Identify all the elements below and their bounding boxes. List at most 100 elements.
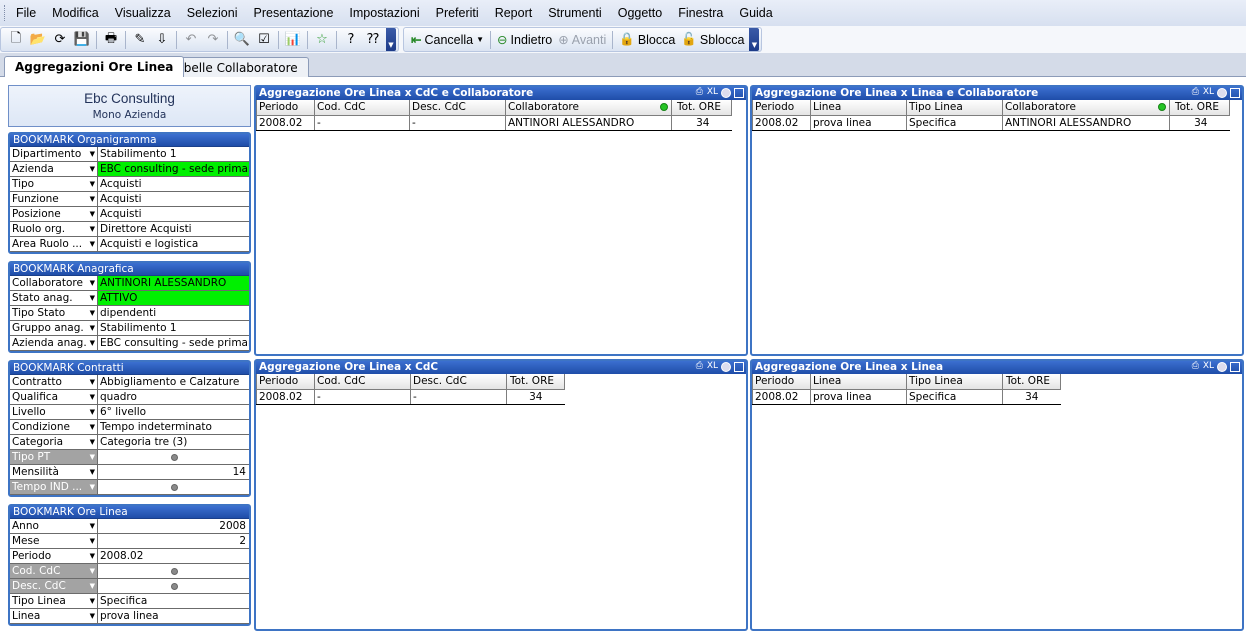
menu-visualizza[interactable]: Visualizza [115,6,171,20]
field-value[interactable]: Specifica [98,594,249,608]
field-label[interactable]: Azienda anag. ▼ [10,336,98,350]
field-value[interactable]: Acquisti [98,177,249,191]
toolbar-overflow-chevron-icon[interactable]: ▼ [386,28,396,51]
print-icon[interactable]: ⎙ [695,361,704,372]
print-icon[interactable]: ⎙ [1191,87,1200,98]
column-header-collaboratore[interactable]: Collaboratore [505,100,672,116]
column-header-tot-ore[interactable]: Tot. ORE [506,374,565,390]
toolbar-overflow-chevron-icon[interactable]: ▼ [749,28,760,51]
field-value[interactable]: Acquisti e logistica [98,237,249,251]
listbox-row-stato-anag[interactable]: Stato anag. ▼ ATTIVO [10,291,249,306]
menu-report[interactable]: Report [495,6,533,20]
table-cell[interactable]: 34 [1169,115,1230,131]
undo-icon[interactable]: ↶ [181,30,201,50]
table-cell[interactable]: 34 [506,389,565,405]
table-cell[interactable]: Specifica [906,389,1003,405]
excel-export-icon[interactable]: XL [707,87,718,98]
field-label[interactable]: Stato anag. ▼ [10,291,98,305]
column-header-tipo-linea[interactable]: Tipo Linea [906,100,1003,116]
field-label[interactable]: Azienda ▼ [10,162,98,176]
listbox-row-cod-cdc[interactable]: Cod. CdC ▼ [10,564,249,579]
field-label[interactable]: Livello ▼ [10,405,98,419]
table-cell[interactable]: - [410,389,507,405]
menu-selezioni[interactable]: Selezioni [187,6,238,20]
field-value[interactable]: Stabilimento 1 [98,321,249,335]
column-header-tot-ore[interactable]: Tot. ORE [671,100,732,116]
favorite-star-icon[interactable]: ☆ [312,30,332,50]
restore-icon[interactable] [1217,88,1227,98]
listbox-row-tempo-ind[interactable]: Tempo IND ... ▼ [10,480,249,495]
dropdown-arrow-icon[interactable]: ▼ [90,321,95,335]
table-cell[interactable]: 34 [671,115,732,131]
excel-export-icon[interactable]: XL [707,361,718,372]
indietro-button[interactable]: ⊖ Indietro [497,32,552,48]
field-value[interactable]: Stabilimento 1 [98,147,249,161]
table-cell[interactable]: 2008.02 [752,115,811,131]
field-label[interactable]: Posizione ▼ [10,207,98,221]
listbox-row-funzione[interactable]: Funzione ▼ Acquisti [10,192,249,207]
table-cell[interactable]: prova linea [810,115,907,131]
field-label[interactable]: Gruppo anag. ▼ [10,321,98,335]
field-label[interactable]: Tipo ▼ [10,177,98,191]
field-value[interactable]: 2008.02 [98,549,249,563]
table-cell[interactable]: - [314,389,411,405]
table-cell[interactable]: Specifica [906,115,1003,131]
chart-wizard-icon[interactable]: 📊 [283,30,303,50]
field-label[interactable]: Linea ▼ [10,609,98,623]
column-header-periodo[interactable]: Periodo [752,374,811,390]
field-label[interactable]: Collaboratore ▼ [10,276,98,290]
listbox-row-desc-cdc[interactable]: Desc. CdC ▼ [10,579,249,594]
menu-presentazione[interactable]: Presentazione [254,6,334,20]
listbox-row-categoria[interactable]: Categoria ▼ Categoria tre (3) [10,435,249,450]
dropdown-arrow-icon[interactable]: ▼ [90,405,95,419]
restore-icon[interactable] [1217,362,1227,372]
dropdown-arrow-icon[interactable]: ▼ [90,609,95,623]
table-cell[interactable]: - [314,115,410,131]
table-cell[interactable]: prova linea [810,389,907,405]
print-icon[interactable]: ⎙ [1191,361,1200,372]
table-cell[interactable]: ANTINORI ALESSANDRO [505,115,672,131]
sblocca-button[interactable]: 🔓 Sblocca [681,32,744,47]
new-icon[interactable]: 🗋 [6,30,26,50]
field-label[interactable]: Condizione ▼ [10,420,98,434]
listbox-row-qualifica[interactable]: Qualifica ▼ quadro [10,390,249,405]
field-value[interactable]: Categoria tre (3) [98,435,249,449]
dropdown-arrow-icon[interactable]: ▼ [90,336,95,350]
maximize-icon[interactable] [1230,362,1240,372]
field-label[interactable]: Tipo PT ▼ [10,450,98,464]
table-cell[interactable]: 2008.02 [752,389,811,405]
field-value[interactable]: 2 [98,534,249,548]
field-label[interactable]: Mensilità ▼ [10,465,98,479]
dropdown-arrow-icon[interactable]: ▼ [90,375,95,389]
table-cell[interactable]: 2008.02 [256,389,315,405]
field-label[interactable]: Anno ▼ [10,519,98,533]
table-cell[interactable]: ANTINORI ALESSANDRO [1002,115,1170,131]
field-label[interactable]: Desc. CdC ▼ [10,579,98,593]
edit-script-icon[interactable]: ✎ [130,30,150,50]
column-header-periodo[interactable]: Periodo [752,100,811,116]
field-value[interactable]: prova linea [98,609,249,623]
listbox-row-posizione[interactable]: Posizione ▼ Acquisti [10,207,249,222]
table-row[interactable]: 2008.02- -34 [256,389,565,405]
column-header-collaboratore[interactable]: Collaboratore [1002,100,1170,116]
field-label[interactable]: Cod. CdC ▼ [10,564,98,578]
dropdown-arrow-icon[interactable]: ▼ [90,291,95,305]
field-label[interactable]: Ruolo org. ▼ [10,222,98,236]
listbox-row-tipo-pt[interactable]: Tipo PT ▼ [10,450,249,465]
dropdown-arrow-icon[interactable]: ▼ [90,564,95,578]
reload-data-icon[interactable]: ⇩ [152,30,172,50]
menu-guida[interactable]: Guida [739,6,772,20]
field-value[interactable]: Direttore Acquisti [98,222,249,236]
listbox-row-mese[interactable]: Mese ▼ 2 [10,534,249,549]
print-icon[interactable]: ⎙ [695,87,704,98]
dropdown-arrow-icon[interactable]: ▼ [90,207,95,221]
maximize-icon[interactable] [734,362,744,372]
tab-aggregazioni-ore-linea[interactable]: Aggregazioni Ore Linea [4,56,185,77]
menu-oggetto[interactable]: Oggetto [618,6,662,20]
field-value[interactable]: 6° livello [98,405,249,419]
listbox-row-periodo[interactable]: Periodo ▼ 2008.02 [10,549,249,564]
field-value[interactable]: Acquisti [98,207,249,221]
dropdown-arrow-icon[interactable]: ▼ [90,594,95,608]
field-label[interactable]: Qualifica ▼ [10,390,98,404]
restore-icon[interactable] [721,88,731,98]
